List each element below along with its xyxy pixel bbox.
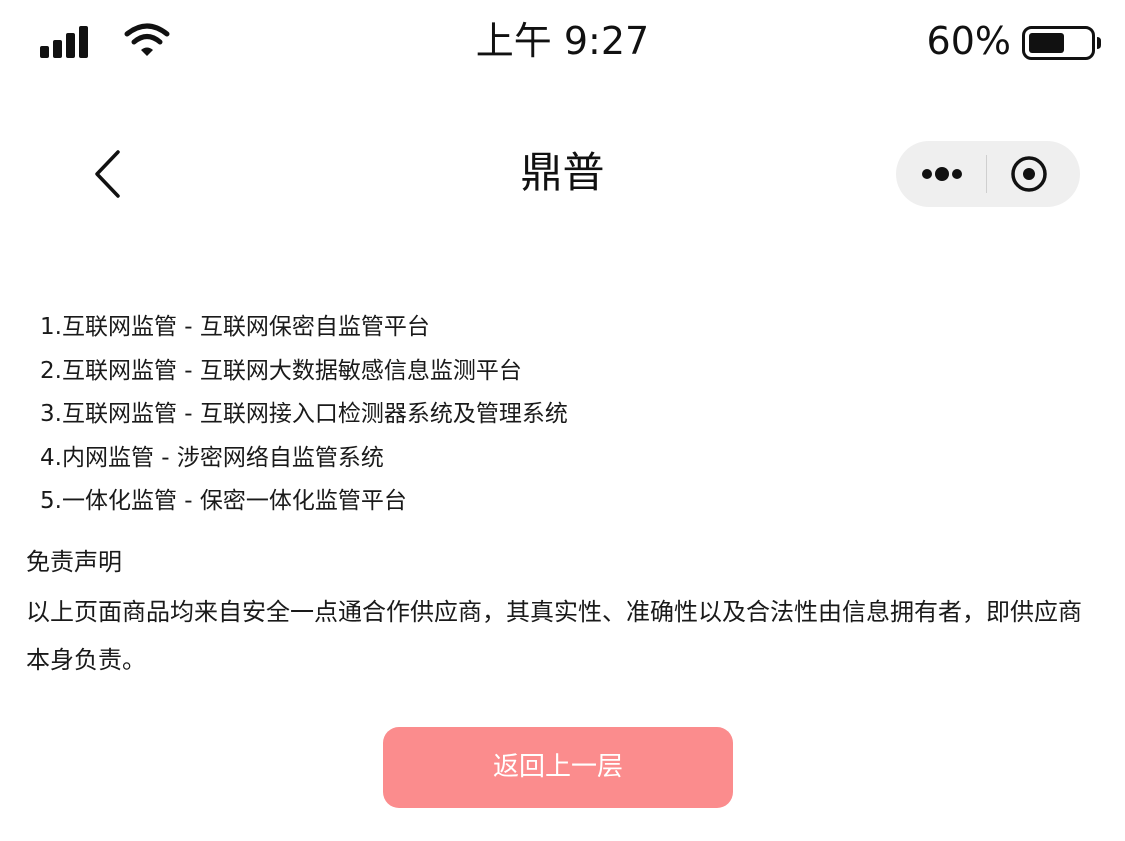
product-list: 1.互联网监管 - 互联网保密自监管平台 2.互联网监管 - 互联网大数据敏感信… (40, 306, 568, 524)
list-item: 3.互联网监管 - 互联网接入口检测器系统及管理系统 (40, 401, 568, 427)
disclaimer-body: 以上页面商品均来自安全一点通合作供应商，其真实性、准确性以及合法性由信息拥有者，… (26, 598, 1082, 674)
list-item: 1.互联网监管 - 互联网保密自监管平台 (40, 314, 430, 340)
close-mini-program-button[interactable] (1004, 149, 1054, 199)
list-item: 2.互联网监管 - 互联网大数据敏感信息监测平台 (40, 357, 522, 384)
battery-icon (1022, 26, 1101, 60)
list-item: 4.内网监管 - 涉密网络自监管系统 (40, 444, 384, 471)
screen: 上午 9:27 60% 鼎普 1.互联网监管 - 互联网保密自监管平台 2.互联… (0, 0, 1125, 841)
target-circle-icon (1011, 156, 1047, 192)
more-dots-icon (922, 167, 962, 181)
disclaimer-title: 免责声明 (26, 548, 122, 576)
more-button[interactable] (912, 149, 982, 199)
capsule-divider (986, 155, 987, 193)
mini-program-capsule (896, 141, 1080, 207)
status-bar: 上午 9:27 60% (0, 0, 1125, 86)
return-button[interactable]: 返回上一层 (383, 727, 733, 808)
battery-percent: 60% (926, 19, 1011, 63)
list-item: 5.一体化监管 - 保密一体化监管平台 (40, 488, 407, 514)
